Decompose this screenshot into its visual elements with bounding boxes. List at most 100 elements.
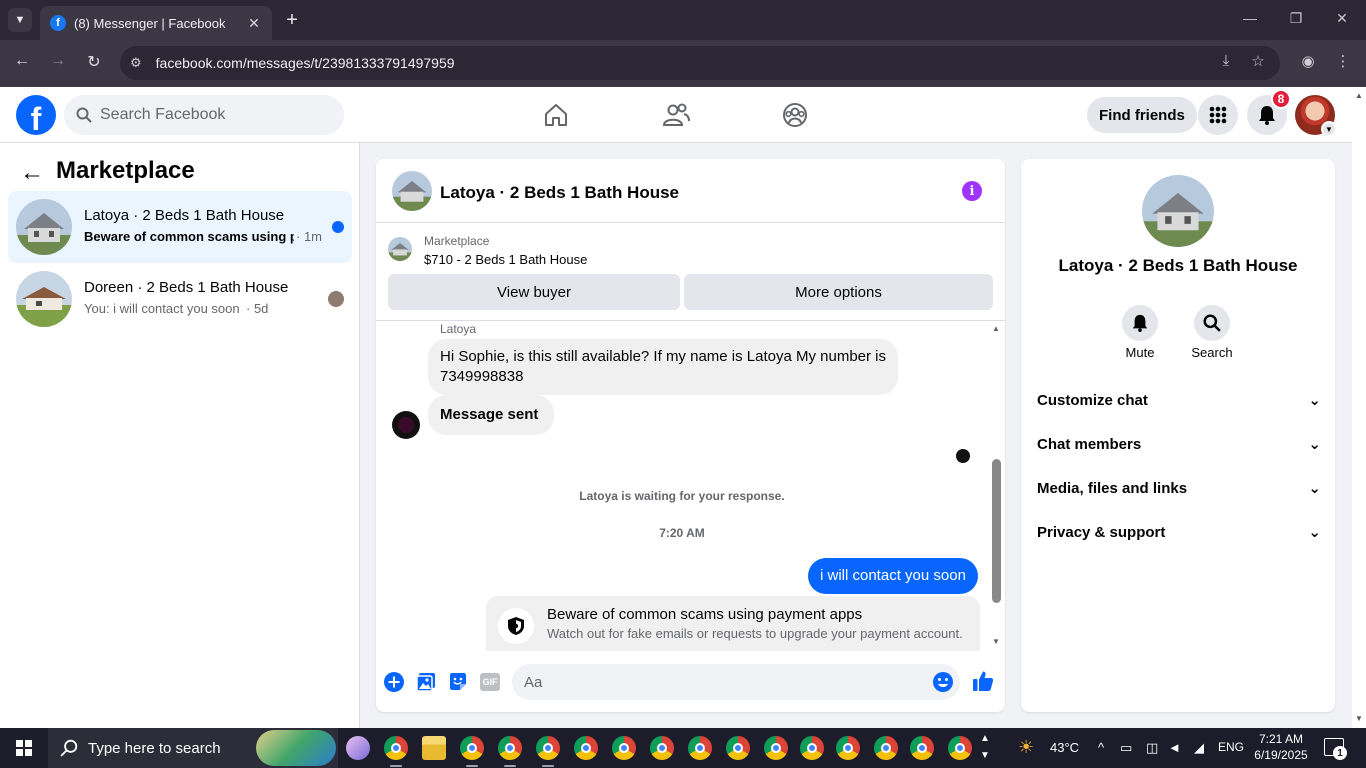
view-buyer-button[interactable]: View buyer xyxy=(388,274,680,310)
camera-icon[interactable]: ◫ xyxy=(1146,740,1158,756)
page-scrollbar[interactable]: ▲ ▼ xyxy=(1352,87,1366,728)
message-input[interactable] xyxy=(524,673,914,691)
wifi-icon[interactable]: ◢ xyxy=(1194,740,1204,756)
search-conversation-icon[interactable] xyxy=(1194,305,1230,341)
message-list: Latoya Hi Sophie, is this still availabl… xyxy=(376,321,1005,651)
section-label: Customize chat xyxy=(1037,391,1148,409)
taskbar-search-input[interactable] xyxy=(88,739,268,757)
chrome-profile-icon[interactable] xyxy=(688,736,712,760)
chrome-profile-icon[interactable] xyxy=(910,736,934,760)
chat-members-section[interactable]: Chat members ⌄ xyxy=(1037,424,1321,464)
message-input-box[interactable] xyxy=(512,664,960,700)
find-friends-button[interactable]: Find friends xyxy=(1087,97,1197,133)
scam-warning-text: Watch out for fake emails or requests to… xyxy=(547,626,963,641)
chrome-profile-icon[interactable] xyxy=(536,736,560,760)
facebook-favicon-icon: f xyxy=(50,15,66,31)
time: 7:21 AM xyxy=(1258,732,1304,746)
chat-title[interactable]: Latoya · 2 Beds 1 Bath House xyxy=(440,183,679,203)
snipping-tool-icon[interactable] xyxy=(346,736,370,760)
chrome-profile-icon[interactable] xyxy=(726,736,750,760)
chrome-profile-icon[interactable] xyxy=(498,736,522,760)
chrome-profile-icon[interactable] xyxy=(650,736,674,760)
info-icon[interactable]: i xyxy=(962,181,982,201)
photo-gallery-icon[interactable] xyxy=(416,672,436,692)
chat-house-thumbnail[interactable] xyxy=(392,171,432,211)
search-input[interactable] xyxy=(100,106,320,124)
language[interactable]: ENG xyxy=(1218,740,1244,754)
sender-avatar[interactable] xyxy=(392,411,420,439)
menu-grid-icon[interactable] xyxy=(1198,95,1238,135)
search-label: Search xyxy=(1191,345,1233,360)
install-app-icon[interactable]: ⤓ xyxy=(1216,52,1236,69)
chevron-down-icon: ⌄ xyxy=(1308,524,1321,541)
house-thumbnail xyxy=(16,271,72,327)
mute-bell-icon[interactable] xyxy=(1122,305,1158,341)
close-window-icon[interactable]: ✕ xyxy=(1332,10,1352,27)
groups-icon[interactable] xyxy=(781,101,809,129)
friends-icon[interactable] xyxy=(662,101,690,129)
tray-overflow-icon[interactable]: ^ xyxy=(1098,740,1104,755)
new-tab-icon[interactable]: + xyxy=(282,8,302,32)
thumbs-up-icon[interactable] xyxy=(972,670,994,692)
forward-icon[interactable]: → xyxy=(47,52,69,70)
bookmark-star-icon[interactable]: ☆ xyxy=(1248,52,1268,70)
media-files-section[interactable]: Media, files and links ⌄ xyxy=(1037,468,1321,508)
clock[interactable]: 7:21 AM 6/19/2025 xyxy=(1252,731,1310,763)
weather-icon[interactable]: ☀ xyxy=(1018,737,1034,758)
gif-icon[interactable]: GIF xyxy=(480,673,500,691)
minimize-icon[interactable]: — xyxy=(1240,10,1260,26)
facebook-search[interactable] xyxy=(64,95,344,135)
privacy-support-section[interactable]: Privacy & support ⌄ xyxy=(1037,512,1321,552)
outgoing-message[interactable]: i will contact you soon xyxy=(808,558,978,594)
chrome-profile-icon[interactable] xyxy=(948,736,972,760)
chrome-profile-icon[interactable] xyxy=(800,736,824,760)
chrome-profile-icon[interactable] xyxy=(836,736,860,760)
tab-close-icon[interactable]: ✕ xyxy=(246,15,262,32)
incoming-message[interactable]: Message sent xyxy=(428,395,555,435)
browser-menu-icon[interactable]: ⋮ xyxy=(1333,52,1353,70)
chrome-profile-icon[interactable] xyxy=(574,736,598,760)
chat-header: Latoya · 2 Beds 1 Bath House i xyxy=(376,159,1005,223)
conversation-item[interactable]: Doreen · 2 Beds 1 Bath House You: i will… xyxy=(8,263,352,335)
volume-icon[interactable]: ◄ xyxy=(1168,740,1181,755)
info-house-thumbnail[interactable] xyxy=(1142,175,1214,247)
read-receipt-avatar xyxy=(956,449,970,463)
site-settings-icon[interactable]: ⚙ xyxy=(130,55,142,71)
chrome-profile-icon[interactable] xyxy=(874,736,898,760)
sticker-icon[interactable] xyxy=(448,672,468,692)
chrome-profile-icon[interactable] xyxy=(460,736,484,760)
plus-circle-icon[interactable] xyxy=(384,672,404,692)
scam-warning-card[interactable]: Beware of common scams using payment app… xyxy=(486,596,980,651)
chrome-icon[interactable] xyxy=(384,736,408,760)
battery-icon[interactable]: ▭ xyxy=(1120,740,1132,756)
windows-start-icon[interactable] xyxy=(16,740,32,756)
home-icon[interactable] xyxy=(542,101,570,129)
url-bar[interactable]: ⚙ facebook.com/messages/t/23981333791497… xyxy=(120,46,1280,80)
chrome-profile-icon[interactable] xyxy=(764,736,788,760)
message-composer: GIF xyxy=(376,664,1005,700)
customize-chat-section[interactable]: Customize chat ⌄ xyxy=(1037,380,1321,420)
back-icon[interactable]: ← xyxy=(11,52,33,70)
reload-icon[interactable]: ↻ xyxy=(83,52,105,72)
info-title: Latoya · 2 Beds 1 Bath House xyxy=(1058,256,1298,275)
maximize-icon[interactable]: ❐ xyxy=(1286,10,1306,27)
more-options-button[interactable]: More options xyxy=(684,274,993,310)
chrome-profile-icon[interactable] xyxy=(612,736,636,760)
listing-title[interactable]: $710 - 2 Beds 1 Bath House xyxy=(424,252,587,267)
browser-tab[interactable]: f (8) Messenger | Facebook ✕ xyxy=(40,6,272,40)
account-chevron-down-icon[interactable]: ▼ xyxy=(1321,121,1337,137)
running-indicator xyxy=(542,765,554,767)
conversation-item[interactable]: Latoya · 2 Beds 1 Bath House Beware of c… xyxy=(8,191,352,263)
incoming-message[interactable]: Hi Sophie, is this still available? If m… xyxy=(428,339,898,395)
tab-search-chevron-icon[interactable]: ▼ xyxy=(8,8,32,32)
chat-scrollbar[interactable]: ▲ ▼ xyxy=(988,321,1005,651)
temperature[interactable]: 43°C xyxy=(1050,740,1079,755)
back-arrow-icon[interactable]: ← xyxy=(20,159,44,187)
file-explorer-icon[interactable] xyxy=(422,736,446,760)
taskbar-scroll-icon[interactable]: ▲ ▼ xyxy=(980,730,990,764)
conversation-name: Doreen · 2 Beds 1 Bath House xyxy=(84,279,289,296)
facebook-logo-icon[interactable]: f xyxy=(16,95,56,135)
chat-scrollbar-thumb[interactable] xyxy=(992,459,1001,603)
emoji-icon[interactable] xyxy=(932,671,954,693)
profile-icon[interactable]: ◉ xyxy=(1298,52,1318,70)
